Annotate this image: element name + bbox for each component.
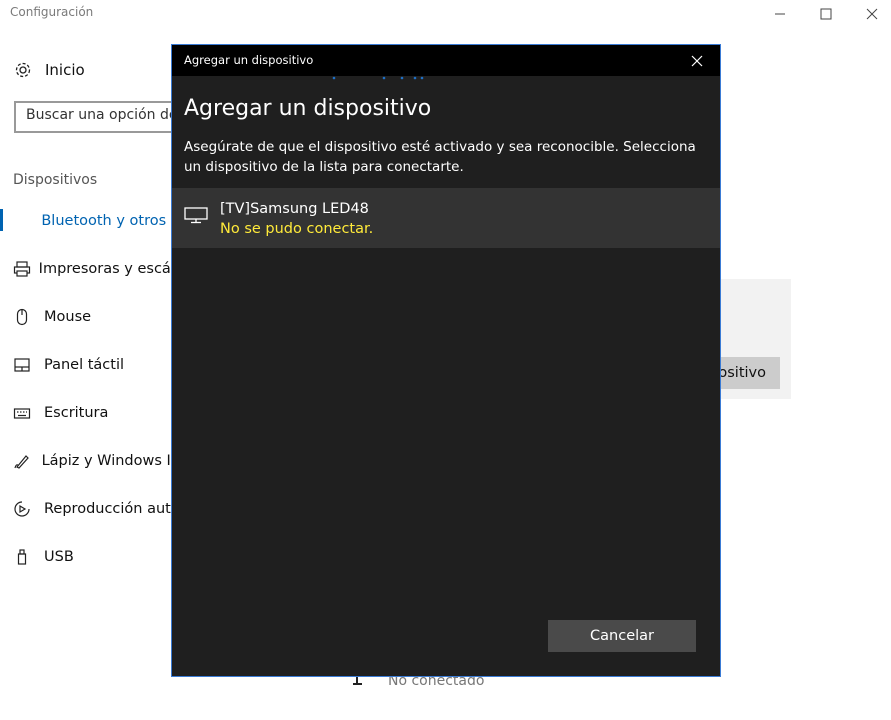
dialog-heading: Agregar un dispositivo xyxy=(184,96,432,121)
dialog-titlebar: Agregar un dispositivo xyxy=(172,45,720,76)
sidebar-item-label: Panel táctil xyxy=(44,357,125,373)
device-status: No se pudo conectar. xyxy=(220,221,374,237)
home-label: Inicio xyxy=(45,61,85,79)
close-icon xyxy=(866,8,878,20)
sidebar-item-label: Reproducción auto xyxy=(44,501,180,517)
add-device-label: ositivo xyxy=(718,365,766,381)
touchpad-icon xyxy=(14,358,30,372)
usb-icon xyxy=(17,549,27,565)
sidebar-item-label: Impresoras y escán xyxy=(38,261,180,277)
sidebar-item-mouse[interactable]: Mouse xyxy=(0,301,180,333)
sidebar-item-label: Bluetooth y otros d xyxy=(41,213,180,229)
sidebar-item-bluetooth[interactable]: Bluetooth y otros d xyxy=(0,205,180,237)
progress-dots-icon xyxy=(332,76,424,80)
cancel-button[interactable]: Cancelar xyxy=(548,620,696,652)
autoplay-icon xyxy=(14,501,30,517)
home-link[interactable]: Inicio xyxy=(13,58,85,82)
keyboard-icon xyxy=(13,408,31,419)
close-button[interactable] xyxy=(849,0,891,28)
sidebar-item-label: Lápiz y Windows In xyxy=(41,453,180,469)
dialog-close-button[interactable] xyxy=(674,45,720,76)
close-icon xyxy=(691,55,703,66)
device-type-icon-base xyxy=(353,683,362,685)
printer-icon xyxy=(13,261,31,277)
pen-icon xyxy=(14,455,29,469)
dialog-title: Agregar un dispositivo xyxy=(184,53,314,67)
device-name: [TV]Samsung LED48 xyxy=(220,201,369,217)
add-device-dialog: Agregar un dispositivo Agregar un dispos… xyxy=(171,44,721,677)
gear-icon xyxy=(15,62,31,78)
maximize-icon xyxy=(820,8,832,20)
sidebar-item-usb[interactable]: USB xyxy=(0,541,180,573)
dialog-description: Asegúrate de que el dispositivo esté act… xyxy=(184,139,696,175)
window-title: Configuración xyxy=(10,5,94,19)
section-title: Dispositivos xyxy=(13,172,98,188)
minimize-icon xyxy=(775,13,785,15)
maximize-button[interactable] xyxy=(803,0,849,28)
sidebar-item-label: Mouse xyxy=(44,309,92,325)
device-list-item[interactable]: [TV]Samsung LED48 No se pudo conectar. xyxy=(172,188,720,248)
sidebar-item-touchpad[interactable]: Panel táctil xyxy=(0,349,180,381)
sidebar-item-label: Escritura xyxy=(44,405,109,421)
sidebar-item-pen[interactable]: Lápiz y Windows In xyxy=(0,445,180,477)
sidebar-item-autoplay[interactable]: Reproducción auto xyxy=(0,493,180,525)
sidebar-item-label: USB xyxy=(44,549,74,565)
sidebar-item-typing[interactable]: Escritura xyxy=(0,397,180,429)
minimize-button[interactable] xyxy=(757,0,803,28)
monitor-icon xyxy=(184,207,208,224)
mouse-icon xyxy=(16,308,28,326)
sidebar-item-printers[interactable]: Impresoras y escán xyxy=(0,253,180,285)
search-placeholder: Buscar una opción de xyxy=(26,107,178,123)
